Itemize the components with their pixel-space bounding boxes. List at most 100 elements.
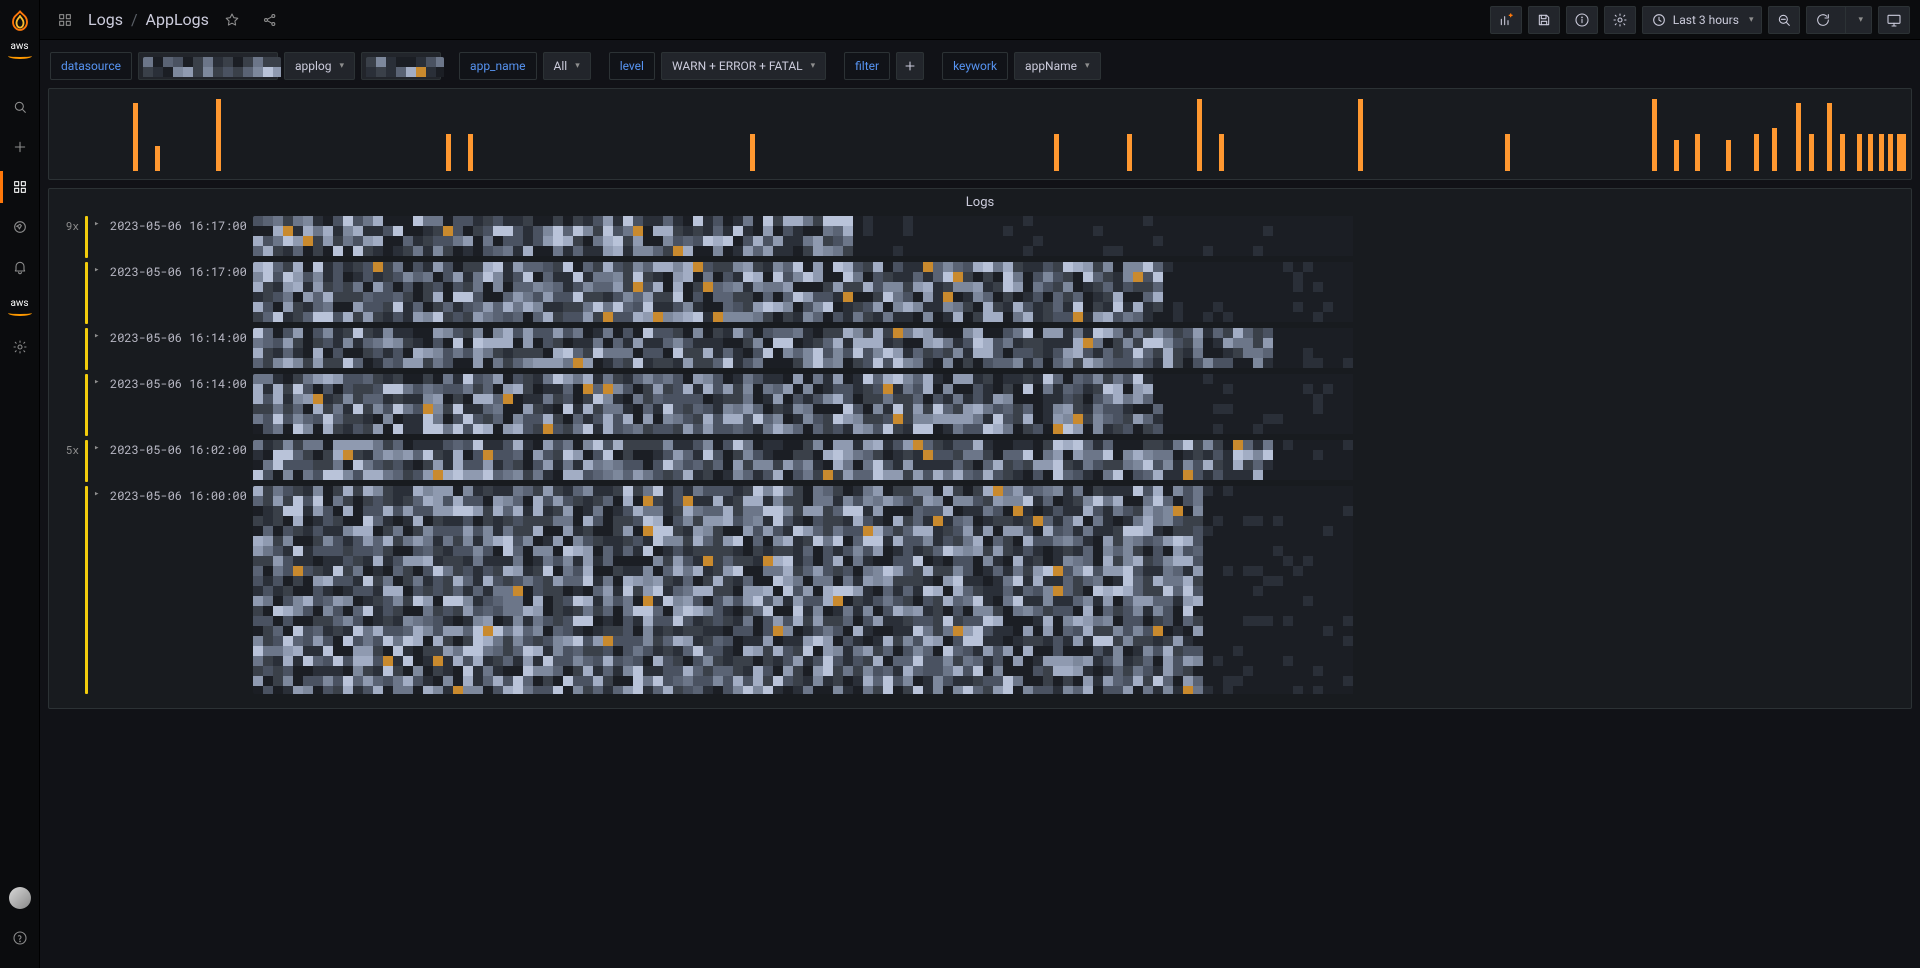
log-row[interactable]: ▸ 2023-05-06 16:14:00 (57, 328, 1903, 370)
breadcrumb: Logs / AppLogs (88, 10, 209, 29)
log-expand-caret[interactable]: ▸ (94, 262, 104, 275)
dashboard-grid-button[interactable] (50, 5, 80, 35)
variable-filters-row: datasource applog▾ app_name All▾ level W… (48, 48, 1912, 88)
histogram-bar (1695, 134, 1700, 171)
histogram-bar (1796, 103, 1801, 171)
alert-icon (12, 259, 28, 275)
log-expand-caret[interactable]: ▸ (94, 328, 104, 341)
plus-icon (12, 139, 28, 155)
filter-datasource-hidden[interactable] (138, 52, 278, 80)
sidebar-item-aws[interactable]: aws (0, 287, 40, 327)
logs-panel-title: Logs (49, 189, 1911, 212)
log-level-warn-bar (85, 440, 88, 482)
histogram-bar (1674, 140, 1679, 171)
histogram-bar (1888, 134, 1893, 171)
histogram-bar (468, 134, 473, 171)
save-icon (1536, 12, 1552, 28)
tv-mode-button[interactable] (1878, 6, 1910, 34)
histogram-bar (1868, 134, 1873, 171)
log-expand-caret[interactable]: ▸ (94, 216, 104, 229)
sidebar-item-dashboards[interactable] (0, 167, 40, 207)
log-level-warn-bar (85, 328, 88, 370)
filter-value-keyword[interactable]: appName▾ (1014, 52, 1101, 80)
sidebar-item-explore[interactable] (0, 207, 40, 247)
log-message-redacted (253, 374, 1903, 436)
refresh-button[interactable]: ▾ (1806, 6, 1872, 34)
log-dup-count (57, 374, 79, 376)
histogram-bar (1840, 134, 1845, 171)
sidebar-item-config[interactable] (0, 327, 40, 367)
log-expand-caret[interactable]: ▸ (94, 440, 104, 453)
filter-value-datasource[interactable]: applog▾ (284, 52, 355, 80)
filter-add-button[interactable] (896, 52, 924, 80)
histogram-bar (216, 99, 221, 171)
avatar (9, 887, 31, 909)
sidebar-item-alerting[interactable] (0, 247, 40, 287)
histogram-bar (1772, 128, 1777, 171)
topbar: Logs / AppLogs Last 3 hours (40, 0, 1920, 40)
histogram-bar (1879, 134, 1884, 171)
filter-label-appname: app_name (459, 52, 536, 80)
zoom-out-button[interactable] (1768, 6, 1800, 34)
log-dup-count (57, 328, 79, 330)
log-level-warn-bar (85, 262, 88, 324)
refresh-icon (1815, 12, 1831, 28)
log-row[interactable]: 5x▸2023-05-06 16:02:00 (57, 440, 1903, 482)
filter-label-datasource: datasource (50, 52, 132, 80)
time-range-label: Last 3 hours (1673, 13, 1739, 27)
aws-swoosh-icon (8, 53, 32, 59)
log-dup-count: 9x (57, 216, 79, 233)
histogram-bar (1809, 134, 1814, 171)
log-row[interactable]: ▸2023-05-06 16:17:00 (57, 262, 1903, 324)
grafana-logo[interactable] (0, 0, 40, 40)
explore-icon (12, 219, 28, 235)
histogram-bar (1726, 140, 1731, 171)
info-button[interactable] (1566, 6, 1598, 34)
sidebar-item-search[interactable] (0, 87, 40, 127)
filter-value-appname[interactable]: All▾ (543, 52, 591, 80)
star-button[interactable] (217, 5, 247, 35)
dashboards-icon (12, 179, 28, 195)
log-dup-count (57, 262, 79, 264)
log-expand-caret[interactable]: ▸ (94, 374, 104, 387)
brand-aws-label: aws (10, 41, 28, 52)
search-icon (12, 99, 28, 115)
filter-value-appname-text: All (554, 59, 568, 73)
breadcrumb-root[interactable]: Logs (88, 10, 123, 29)
help-icon (12, 930, 28, 946)
save-button[interactable] (1528, 6, 1560, 34)
histogram-bar (1901, 134, 1906, 171)
sidebar-item-user[interactable] (0, 878, 40, 918)
log-row[interactable]: ▸2023-05-06 16:14:00 (57, 374, 1903, 436)
page-title[interactable]: AppLogs (146, 10, 209, 29)
share-button[interactable] (255, 5, 285, 35)
log-dup-count: 5x (57, 440, 79, 457)
settings-button[interactable] (1604, 6, 1636, 34)
log-row[interactable]: ▸2023-05-06 16:00:00 (57, 486, 1903, 694)
filter-label-keyword: keywork (942, 52, 1008, 80)
content: datasource applog▾ app_name All▾ level W… (40, 40, 1920, 968)
log-expand-caret[interactable]: ▸ (94, 486, 104, 499)
histogram-panel[interactable] (48, 88, 1912, 180)
sidebar-item-create[interactable] (0, 127, 40, 167)
filter-value-level[interactable]: WARN + ERROR + FATAL▾ (661, 52, 826, 80)
filter-label-level: level (609, 52, 655, 80)
histogram-bar (1127, 134, 1132, 171)
aws-nav-label: aws (10, 298, 28, 309)
histogram-bar (1827, 103, 1832, 171)
time-range-button[interactable]: Last 3 hours ▾ (1642, 6, 1763, 34)
histogram-bar (155, 146, 160, 171)
sidebar-item-help[interactable] (0, 918, 40, 958)
filter-hidden-2[interactable] (361, 52, 441, 80)
star-icon (224, 12, 240, 28)
log-row[interactable]: 9x▸2023-05-06 16:17:00 (57, 216, 1903, 258)
monitor-icon (1886, 12, 1902, 28)
chevron-down-icon: ▾ (1085, 61, 1090, 71)
aws-swoosh-icon (8, 310, 32, 316)
chevron-down-icon: ▾ (1858, 15, 1863, 25)
add-panel-button[interactable] (1490, 6, 1522, 34)
sidebar-nav: aws (0, 87, 40, 367)
histogram-bar (1054, 134, 1059, 171)
log-timestamp: 2023-05-06 16:14:00 (110, 328, 247, 346)
histogram-bar (1857, 134, 1862, 171)
